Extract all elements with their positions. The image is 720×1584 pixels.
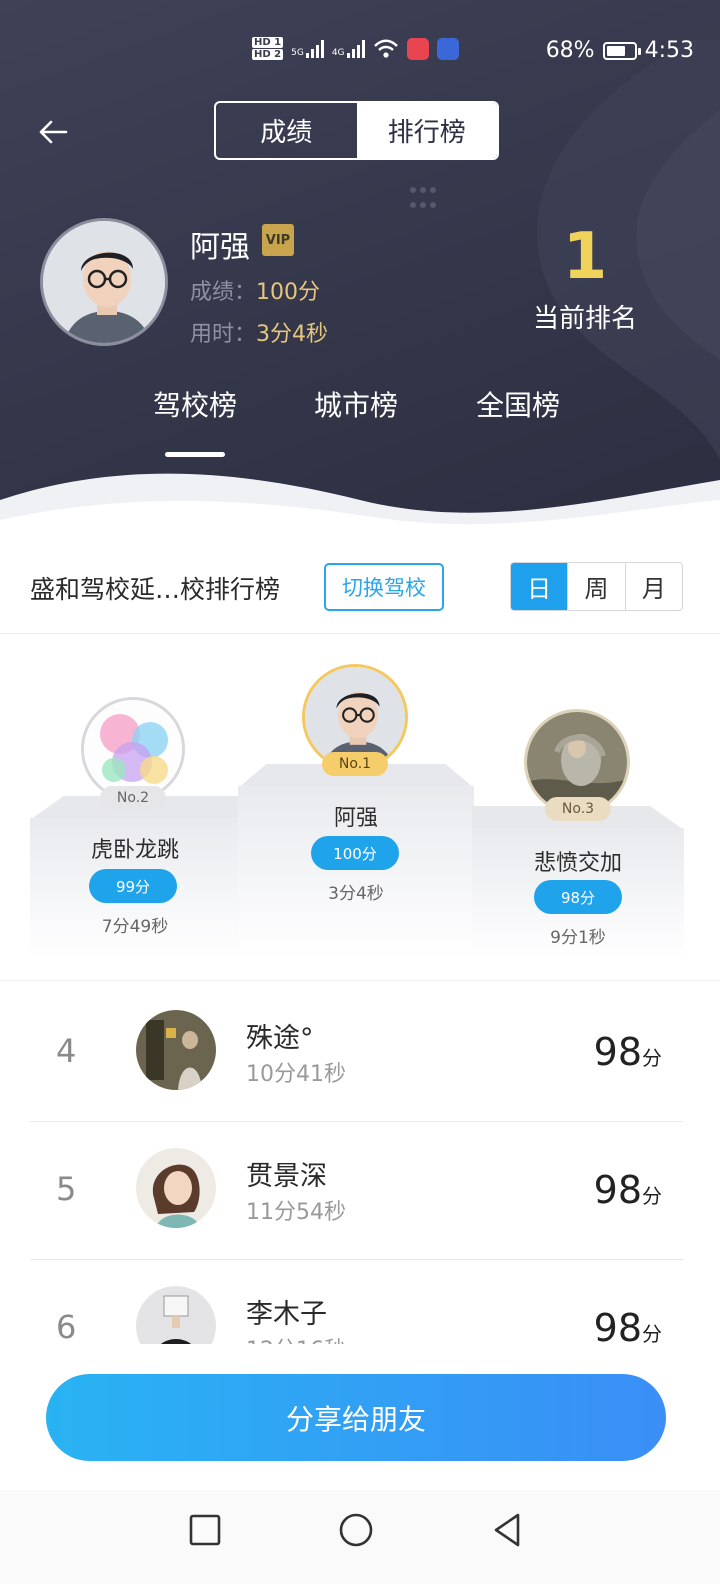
header-wave (0, 473, 720, 530)
row-time: 11分54秒 (246, 1200, 346, 1225)
period-selector: 日 周 月 (510, 562, 683, 611)
person-avatar-icon (43, 221, 165, 343)
my-name: 阿强 (190, 230, 250, 265)
main-tab-switch: 成绩 排行榜 (214, 101, 499, 160)
wifi-icon (373, 39, 398, 58)
podium-2-time: 7分49秒 (101, 917, 169, 937)
clock: 4:53 (644, 38, 694, 63)
podium-3-time: 9分1秒 (550, 928, 606, 948)
tab-national-board[interactable]: 全国榜 (458, 384, 578, 424)
list-item[interactable]: 5 贯景深 11分54秒 98分 (0, 1122, 720, 1260)
period-month[interactable]: 月 (624, 563, 682, 610)
net2-label: 4G (331, 47, 345, 58)
podium-1-score: 100分 (311, 836, 399, 870)
score-value: 100分 (256, 280, 321, 305)
nav-back-icon[interactable] (488, 1510, 528, 1550)
divider (0, 980, 720, 981)
current-rank-label: 当前排名 (532, 304, 637, 334)
period-day[interactable]: 日 (511, 563, 568, 610)
notification-game-icon (436, 37, 459, 60)
podium-3-score: 98分 (534, 880, 622, 914)
header: HD 1 HD 2 5G 4G 68% 4:53 成绩 排行榜 阿强 VIP 成… (0, 0, 720, 530)
row-score: 98分 (594, 1030, 662, 1074)
share-to-friends-button[interactable]: 分享给朋友 (46, 1374, 666, 1461)
leaderboard-screen: HD 1 HD 2 5G 4G 68% 4:53 成绩 排行榜 阿强 VIP 成… (0, 0, 720, 1584)
row-name: 李木子 (246, 1299, 327, 1330)
podium-1-time: 3分4秒 (328, 884, 384, 904)
status-right: 68% 4:53 (546, 38, 694, 63)
period-week[interactable]: 周 (567, 563, 624, 610)
recent-apps-icon[interactable] (185, 1510, 225, 1550)
podium-1-name: 阿强 (333, 806, 378, 831)
signal-icon (305, 39, 324, 58)
score-key: 成绩： (190, 280, 257, 305)
my-score-line: 成绩：100分 (190, 274, 320, 306)
active-tab-indicator (165, 452, 225, 457)
status-left-icons: HD 1 HD 2 5G 4G (252, 36, 459, 61)
row-name: 殊途° (246, 1023, 314, 1054)
notification-book-icon (406, 37, 429, 60)
divider (0, 633, 720, 634)
photo-avatar-icon (136, 1010, 216, 1090)
list-item[interactable]: 6 李木子 12分16秒 98分 (0, 1260, 720, 1344)
row-score: 98分 (594, 1168, 662, 1212)
row-score-value: 98 (593, 1306, 642, 1344)
row-score-unit: 分 (642, 1046, 662, 1070)
podium-1-badge: No.1 (322, 752, 388, 776)
row-avatar[interactable] (136, 1148, 216, 1228)
hd1-label: HD 1 (252, 37, 284, 48)
podium-3-badge: No.3 (545, 797, 611, 821)
school-board-title: 盛和驾校延…校排行榜 (30, 575, 281, 604)
my-time-line: 用时：3分4秒 (190, 316, 328, 348)
battery-percent: 68% (545, 38, 595, 63)
illustrated-girl-avatar-icon (136, 1148, 216, 1228)
hd2-label: HD 2 (252, 49, 284, 60)
row-avatar[interactable] (136, 1286, 216, 1344)
podium-2-name: 虎卧龙跳 (90, 838, 179, 863)
row-time: 10分41秒 (246, 1062, 346, 1087)
row-score: 98分 (594, 1306, 662, 1344)
time-key: 用时： (190, 322, 257, 347)
tab-leaderboard[interactable]: 排行榜 (356, 103, 497, 158)
podium-2-badge: No.2 (100, 786, 166, 810)
masked-figure-avatar-icon (136, 1286, 216, 1344)
signal-5g: 5G (291, 39, 324, 58)
tab-city-board[interactable]: 城市榜 (296, 384, 416, 424)
row-avatar[interactable] (136, 1010, 216, 1090)
row-score-value: 98 (593, 1168, 642, 1212)
tab-school-board[interactable]: 驾校榜 (135, 384, 255, 424)
signal-4g: 4G (331, 39, 365, 58)
home-icon[interactable] (336, 1510, 376, 1550)
row-name: 贯景深 (246, 1161, 327, 1192)
podium-2-score: 99分 (89, 869, 177, 903)
time-value: 3分4秒 (256, 322, 329, 347)
row-rank: 6 (56, 1308, 77, 1344)
drag-handle-icon[interactable] (410, 187, 440, 213)
switch-school-button[interactable]: 切换驾校 (324, 563, 444, 611)
net1-label: 5G (291, 47, 304, 58)
row-score-unit: 分 (642, 1184, 662, 1208)
row-score-value: 98 (593, 1030, 642, 1074)
ranking-list: 4 殊途° 10分41秒 98分 5 贯景深 11分54秒 98分 6 李木子 … (0, 984, 720, 1344)
system-nav-bar (0, 1490, 720, 1584)
my-avatar[interactable] (40, 218, 168, 346)
list-item[interactable]: 4 殊途° 10分41秒 98分 (0, 984, 720, 1122)
back-arrow-icon[interactable] (36, 114, 72, 150)
status-bar: HD 1 HD 2 5G 4G 68% 4:53 (0, 0, 720, 104)
vip-badge-icon: VIP (262, 224, 294, 256)
signal-icon (346, 39, 365, 58)
row-time: 12分16秒 (246, 1332, 346, 1344)
battery-icon (602, 41, 641, 60)
hd-indicator: HD 1 HD 2 (252, 36, 284, 61)
row-rank: 5 (56, 1170, 77, 1208)
row-score-unit: 分 (642, 1322, 662, 1344)
tab-scores[interactable]: 成绩 (216, 103, 357, 158)
row-rank: 4 (56, 1032, 77, 1070)
podium-3-name: 悲愤交加 (533, 851, 622, 876)
current-rank-number: 1 (562, 220, 608, 294)
